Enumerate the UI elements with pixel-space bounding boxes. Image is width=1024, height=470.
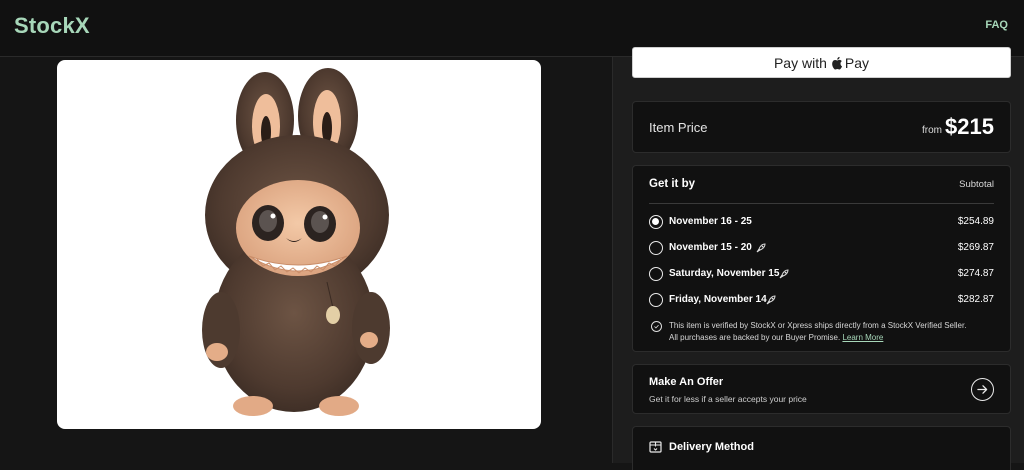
labubu-plush-figure-icon: [202, 68, 390, 416]
delivery-method-card[interactable]: Delivery Method: [632, 426, 1011, 470]
option-price: $282.87: [957, 294, 994, 305]
product-gallery: [0, 57, 612, 463]
make-offer-card[interactable]: Make An Offer Get it for less if a selle…: [632, 364, 1011, 414]
subtotal-label: Subtotal: [959, 179, 994, 190]
option-price: $274.87: [957, 268, 994, 279]
item-price-value: $215: [945, 114, 994, 139]
radio-selected[interactable]: [649, 215, 663, 229]
package-icon: [649, 441, 662, 453]
apple-pay-suffix: Pay: [844, 55, 870, 71]
delivery-option-3[interactable]: Saturday, November 15 $274.87: [649, 266, 994, 282]
rocket-icon: [756, 243, 766, 253]
apple-pay-button[interactable]: Pay with Pay: [632, 47, 1011, 78]
stockx-logo[interactable]: StockX: [14, 13, 90, 39]
make-offer-title: Make An Offer: [649, 376, 724, 388]
radio-unselected[interactable]: [649, 293, 663, 307]
verify-line-1: This item is verified by StockX or Xpres…: [669, 321, 967, 330]
item-price-card: Item Price from $215: [632, 101, 1011, 153]
delivery-option-4[interactable]: Friday, November 14 $282.87: [649, 292, 994, 308]
radio-unselected[interactable]: [649, 267, 663, 281]
verify-text: This item is verified by StockX or Xpres…: [669, 320, 966, 344]
verified-check-icon: [651, 321, 662, 332]
option-label: Saturday, November 15: [669, 268, 780, 279]
option-label: Friday, November 14: [669, 294, 767, 305]
buyer-promise-note: This item is verified by StockX or Xpres…: [649, 319, 996, 345]
option-label: November 16 - 25: [669, 216, 752, 227]
option-price: $269.87: [957, 242, 994, 253]
apple-pay-prefix: Pay with: [773, 55, 827, 71]
divider: [649, 203, 994, 204]
rocket-icon: [766, 295, 776, 305]
make-offer-subtitle: Get it for less if a seller accepts your…: [649, 394, 807, 404]
item-price-label: Item Price: [649, 120, 708, 135]
rocket-icon: [779, 269, 789, 279]
get-it-by-title: Get it by: [649, 178, 696, 190]
option-price: $254.89: [957, 216, 994, 227]
learn-more-link[interactable]: Learn More: [842, 333, 883, 342]
verify-line-2: All purchases are backed by our Buyer Pr…: [669, 333, 841, 342]
price-from-label: from: [922, 125, 942, 136]
radio-unselected[interactable]: [649, 241, 663, 255]
delivery-method-title: Delivery Method: [669, 441, 754, 453]
apple-logo-icon: [832, 56, 842, 70]
get-it-by-card: Get it by Subtotal November 16 - 25 $254…: [632, 165, 1011, 352]
purchase-panel: Pay with Pay Item Price from $215 Get it …: [612, 47, 1024, 470]
product-image[interactable]: [57, 60, 541, 429]
faq-link[interactable]: FAQ: [985, 19, 1008, 31]
arrow-right-circle-icon[interactable]: [971, 378, 994, 401]
option-label: November 15 - 20: [669, 242, 752, 253]
delivery-option-2[interactable]: November 15 - 20 $269.87: [649, 240, 994, 256]
delivery-option-1[interactable]: November 16 - 25 $254.89: [649, 214, 994, 230]
